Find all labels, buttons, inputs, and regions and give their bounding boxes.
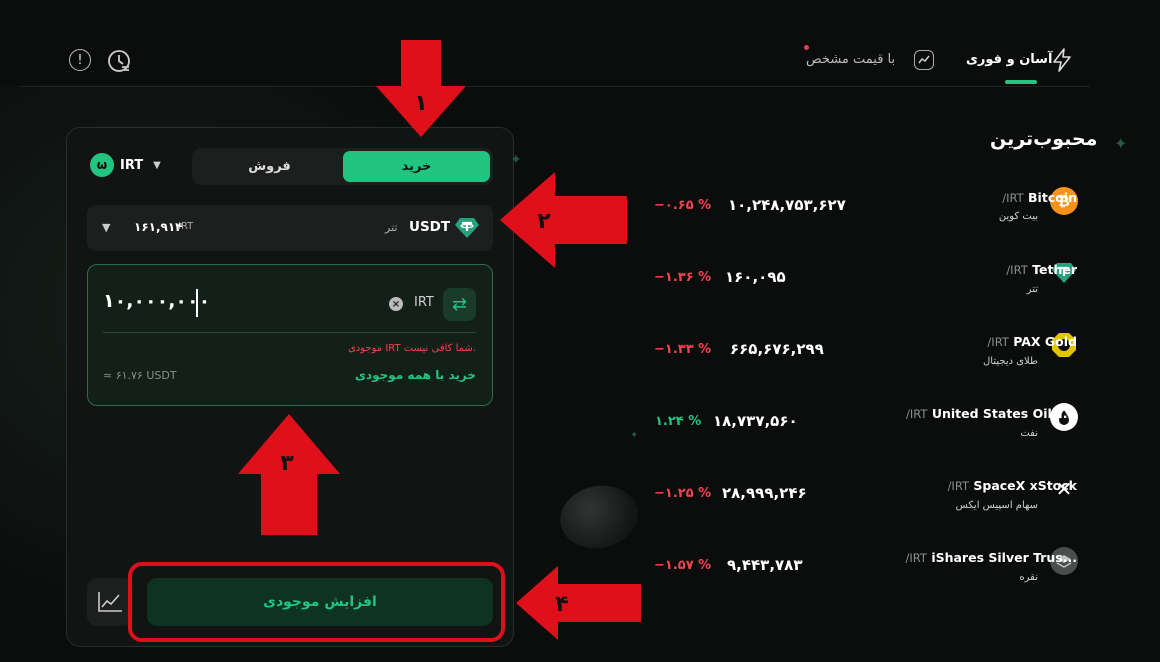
asset-price: ۱۶۱,۹۱۴ xyxy=(134,220,183,234)
sparkle-icon: ✦ xyxy=(1114,134,1128,153)
asset-change: −۱.۵۷ % xyxy=(654,558,712,573)
sparkle-icon: ✦ xyxy=(630,430,639,441)
tether-icon xyxy=(454,216,480,244)
asset-subtitle: نقره xyxy=(1019,572,1038,583)
asset-subtitle: تتر xyxy=(1026,284,1038,295)
amount-unit: IRT xyxy=(414,295,434,310)
asset-change: −۱.۲۵ % xyxy=(654,486,712,501)
annotation-arrow-4: ۴ xyxy=(516,566,641,640)
sell-tab[interactable]: فروش xyxy=(196,151,343,182)
highlight-frame xyxy=(128,562,505,642)
asset-subtitle: بیت کوین xyxy=(998,211,1038,222)
asset-quote: /IRT xyxy=(1002,191,1024,205)
asset-name: iShares Silver Trus... xyxy=(931,550,1077,565)
wallex-logo-icon: ω xyxy=(90,153,114,177)
asset-price: ۹,۴۴۳,۷۸۳ xyxy=(727,556,803,574)
chevron-down-icon[interactable]: ▼ xyxy=(102,221,110,234)
asset-quote: /IRT xyxy=(906,407,928,421)
notification-dot xyxy=(804,45,809,50)
buy-tab[interactable]: خرید xyxy=(343,151,490,182)
asset-price: ۶۶۵,۶۷۶,۲۹۹ xyxy=(730,340,824,358)
active-tab-indicator xyxy=(1005,80,1037,84)
asset-quote: /IRT xyxy=(947,479,970,493)
asset-price: ۲۸,۹۹۹,۲۴۶ xyxy=(722,484,807,502)
lightning-icon xyxy=(1052,48,1072,76)
tab-instant[interactable]: آسان و فوری xyxy=(966,52,1052,67)
buy-all-balance-link[interactable]: خرید با همه موجودی xyxy=(330,368,476,382)
asset-price: ۱۰,۲۴۸,۷۵۳,۶۲۷ xyxy=(728,196,846,214)
asset-change: −۱.۳۳ % xyxy=(654,342,712,357)
asset-subtitle: سهام اسپیس ایکس xyxy=(955,500,1038,511)
annotation-label-2: ۲ xyxy=(537,209,551,234)
asset-change: −۰.۶۵ % xyxy=(654,198,712,213)
asset-change: ۱.۲۴ % xyxy=(655,414,702,429)
asset-name: SpaceX xStock xyxy=(973,478,1077,493)
asset-name: Bitcoin xyxy=(1028,190,1077,205)
text-caret xyxy=(196,289,198,317)
annotation-arrow-2: ۲ xyxy=(500,172,627,268)
estimate-amount: ≈ ۶۱.۷۶ USDT xyxy=(103,369,177,382)
asset-quote: /IRT xyxy=(905,551,927,565)
tab-limit-price[interactable]: با قیمت مشخص xyxy=(806,52,895,67)
header-divider xyxy=(20,86,1090,87)
currency-label: IRT xyxy=(120,157,144,173)
chevron-down-icon: ▼ xyxy=(153,159,161,171)
annotation-label-1: ۱ xyxy=(414,91,427,116)
asset-name: United States Oil T... xyxy=(931,406,1077,421)
input-divider xyxy=(103,332,476,333)
amount-input-box xyxy=(87,264,493,406)
clear-icon[interactable]: × xyxy=(389,297,403,311)
asset-change: −۱.۳۶ % xyxy=(654,270,712,285)
info-icon[interactable]: ! xyxy=(69,49,91,71)
asset-subtitle: طلای دیجیتال xyxy=(983,356,1038,367)
annotation-label-4: ۴ xyxy=(555,592,568,617)
asset-symbol: USDT xyxy=(409,219,451,235)
asset-name: تتر xyxy=(385,221,398,234)
asset-price: ۱۶۰,۰۹۵ xyxy=(725,268,786,286)
amount-input[interactable]: ۱۰,۰۰۰,۰۰۰ xyxy=(103,290,210,312)
annotation-arrow-1: ۱ xyxy=(376,40,466,137)
currency-selector[interactable]: ω IRT ▼ xyxy=(90,151,168,179)
asset-quote: /IRT xyxy=(1006,263,1028,277)
decorative-coin xyxy=(554,478,644,556)
chart-trend-icon xyxy=(914,50,934,70)
popular-title: محبوب‌ترین xyxy=(990,128,1098,150)
insufficient-balance-error: موجودی IRT شما کافی نیست. xyxy=(347,343,476,354)
asset-price: ۱۸,۷۳۷,۵۶۰ xyxy=(713,412,798,430)
asset-subtitle: نفت xyxy=(1020,428,1038,439)
asset-quote: /IRT xyxy=(987,335,1009,349)
sparkle-icon: ✦ xyxy=(510,152,522,168)
annotation-arrow-3: ۳ xyxy=(238,414,340,535)
asset-name: Tether xyxy=(1032,262,1077,277)
chart-button[interactable] xyxy=(87,578,133,626)
annotation-label-3: ۳ xyxy=(280,451,294,476)
asset-name: PAX Gold xyxy=(1013,334,1077,349)
swap-icon[interactable]: ⇄ xyxy=(443,288,476,321)
history-icon[interactable] xyxy=(106,48,132,78)
